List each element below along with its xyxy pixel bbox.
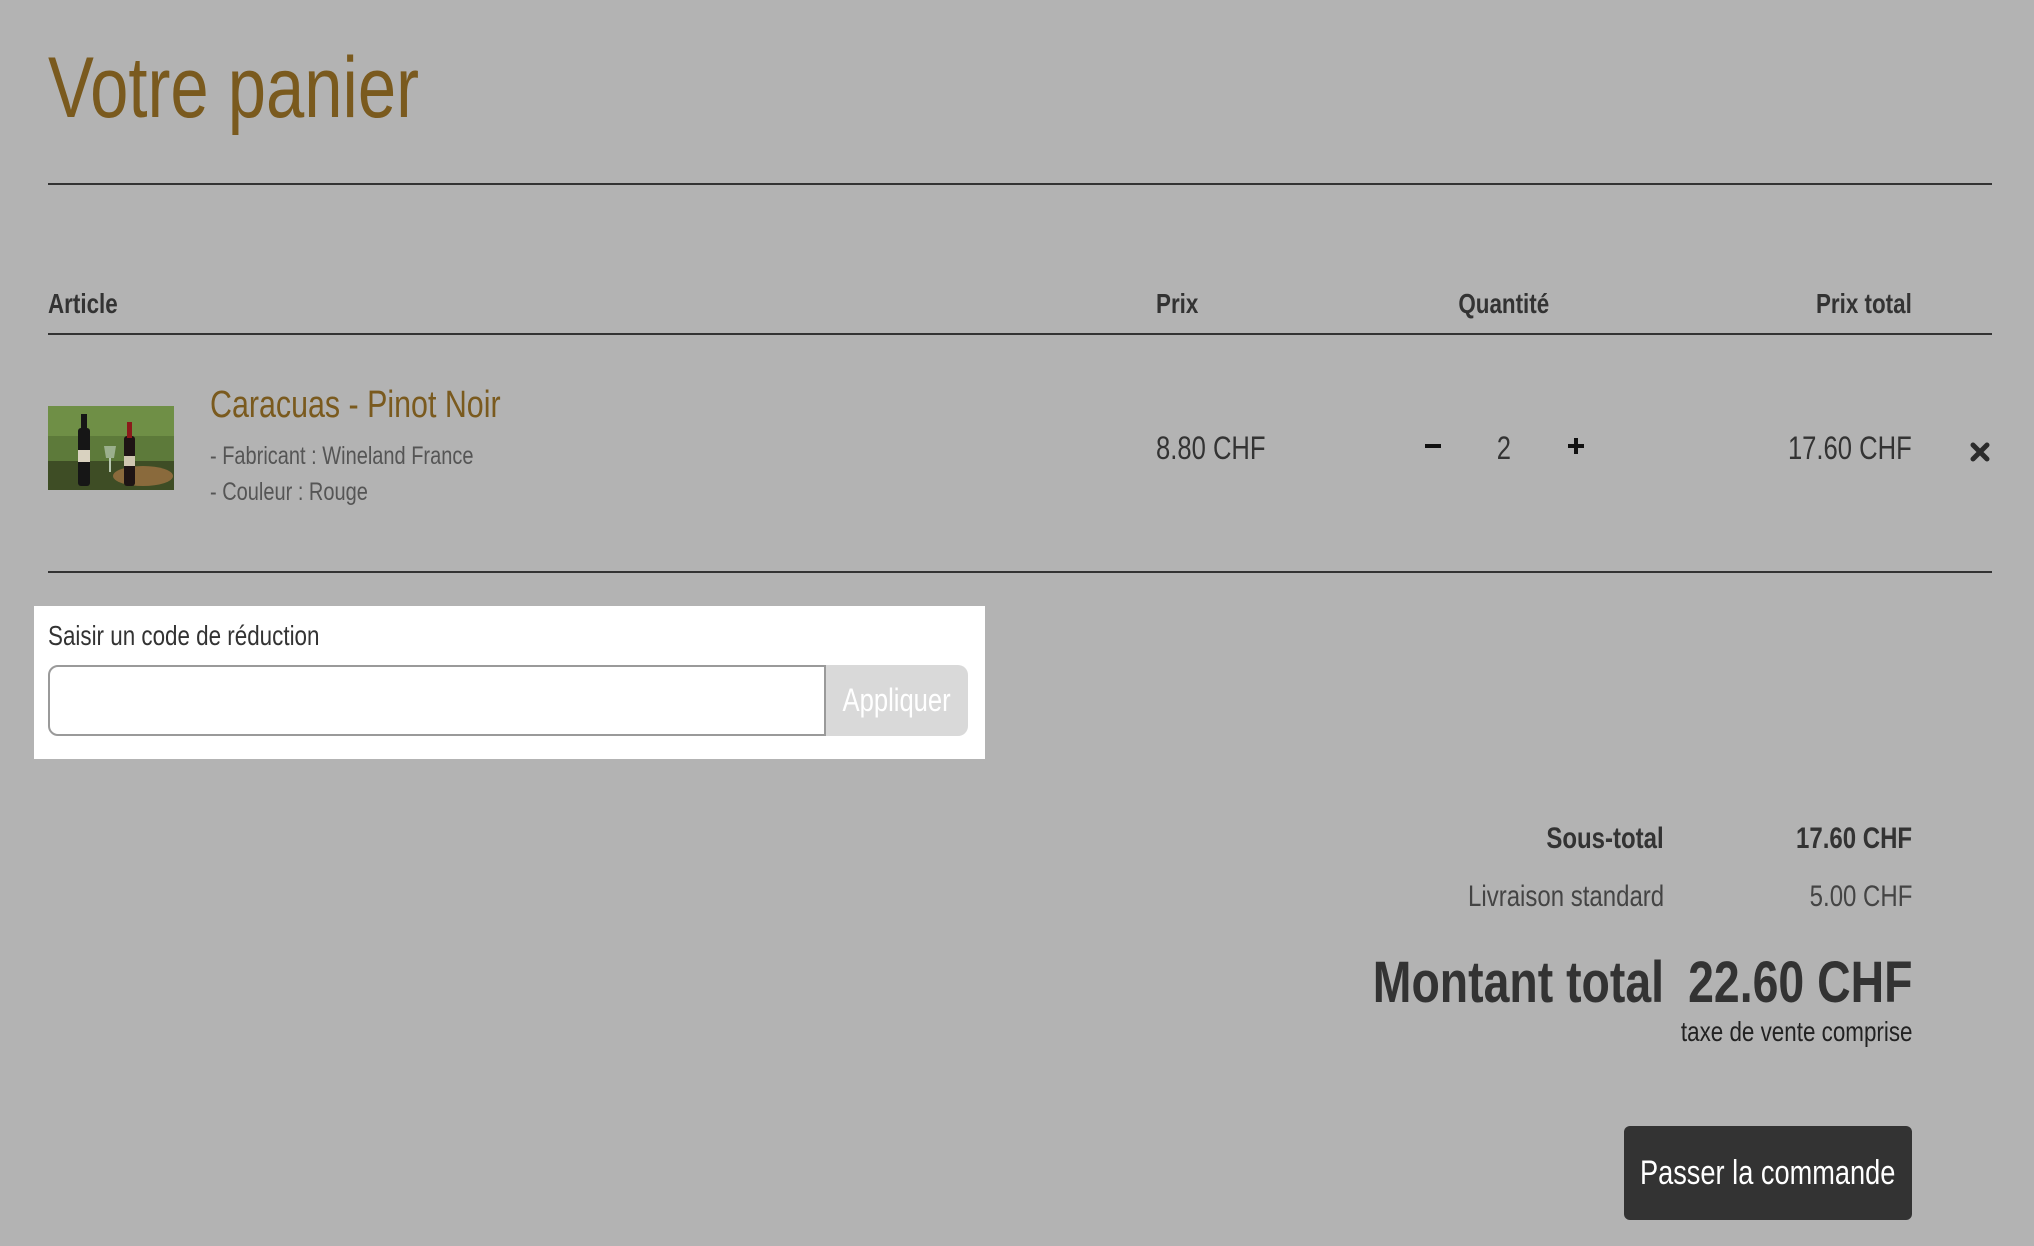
coupon-code-input[interactable] xyxy=(48,665,826,736)
page-title: Votre panier xyxy=(48,38,512,138)
title-divider xyxy=(48,183,1992,185)
minus-icon xyxy=(1425,444,1441,448)
subtotal-label: Sous-total xyxy=(1546,822,1664,855)
column-header-quantity: Quantité xyxy=(1458,288,1550,319)
shipping-value: 5.00 CHF xyxy=(1809,880,1912,913)
column-header-article: Article xyxy=(48,288,118,319)
subtotal-value: 17.60 CHF xyxy=(1795,822,1912,855)
quantity-value[interactable]: 2 xyxy=(1480,428,1528,468)
product-manufacturer: - Fabricant : Wineland France xyxy=(210,442,474,470)
shipping-label: Livraison standard xyxy=(1467,880,1664,913)
item-price: 8.80 CHF xyxy=(1156,430,1266,466)
decrease-quantity-button[interactable] xyxy=(1413,426,1453,466)
increase-quantity-button[interactable] xyxy=(1556,426,1596,466)
item-total-price: 17.60 CHF xyxy=(1788,430,1912,466)
total-value: 22.60 CHF xyxy=(1687,950,1912,1015)
apply-coupon-button[interactable]: Appliquer xyxy=(826,665,968,736)
remove-item-button[interactable] xyxy=(1964,436,1996,468)
coupon-label: Saisir un code de réduction xyxy=(48,620,320,651)
product-name-link[interactable]: Caracuas - Pinot Noir xyxy=(210,382,573,428)
close-icon xyxy=(1970,442,1990,462)
wine-bottles-photo-icon xyxy=(48,406,174,490)
product-color: - Couleur : Rouge xyxy=(210,478,368,506)
column-header-price: Prix xyxy=(1156,288,1199,319)
header-divider xyxy=(48,333,1992,335)
checkout-button[interactable]: Passer la commande xyxy=(1624,1126,1912,1220)
row-divider xyxy=(48,571,1992,573)
plus-icon xyxy=(1568,438,1584,454)
product-image[interactable] xyxy=(48,406,174,490)
tax-note: taxe de vente comprise xyxy=(1680,1016,1912,1047)
total-label: Montant total xyxy=(1372,950,1664,1015)
column-header-total: Prix total xyxy=(1816,288,1912,319)
page-title-text: Votre panier xyxy=(48,40,420,136)
